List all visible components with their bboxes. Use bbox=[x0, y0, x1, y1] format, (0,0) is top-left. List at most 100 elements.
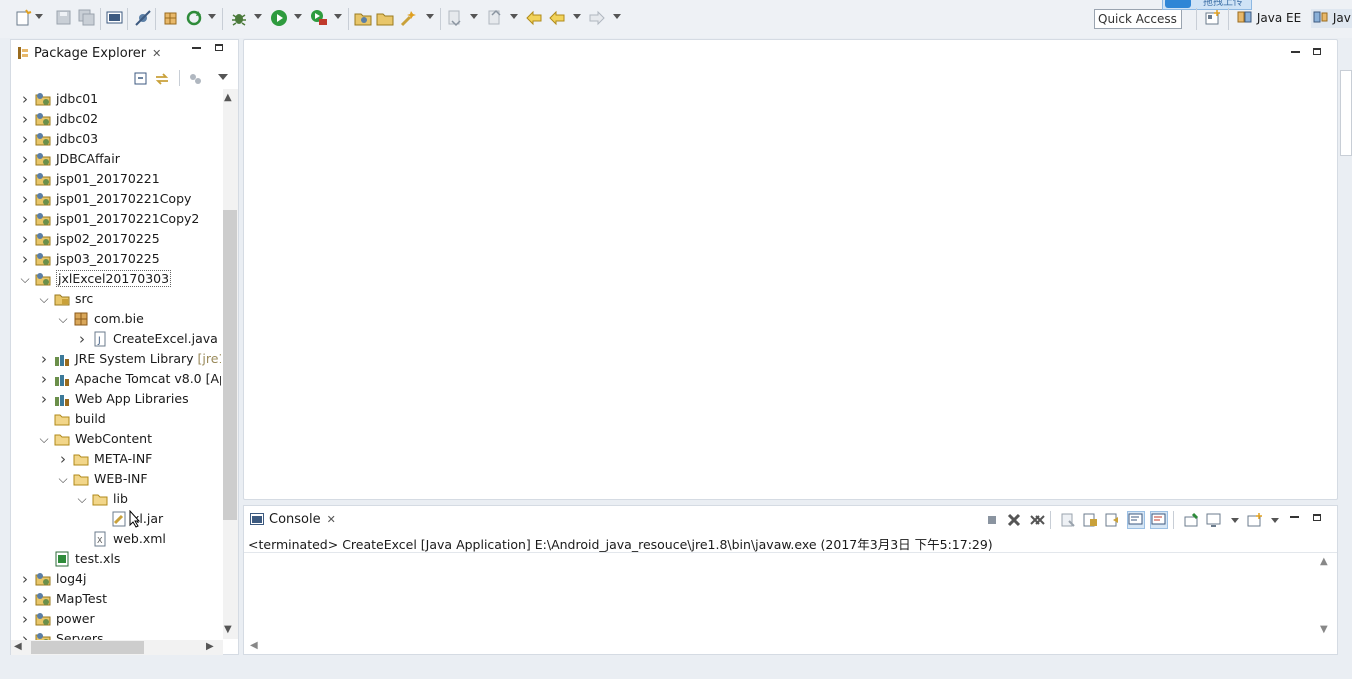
new-icon[interactable] bbox=[15, 9, 33, 27]
external-tools-icon[interactable] bbox=[310, 9, 328, 27]
external-tools-dropdown-icon[interactable] bbox=[334, 14, 342, 19]
terminate-icon[interactable] bbox=[984, 512, 1000, 528]
tree-item[interactable]: › jdbc03 bbox=[11, 129, 221, 149]
run-dropdown-icon[interactable] bbox=[294, 14, 302, 19]
console-scroll-down-icon[interactable]: ▼ bbox=[1320, 624, 1328, 635]
link-with-editor-icon[interactable] bbox=[154, 72, 170, 89]
remove-launch-icon[interactable] bbox=[1006, 512, 1022, 528]
tree-item[interactable]: ⌵ jxlExcel20170303 bbox=[11, 269, 221, 289]
expanded-arrow-icon[interactable]: ⌵ bbox=[38, 289, 50, 309]
last-edit-location-icon[interactable] bbox=[525, 9, 543, 27]
collapsed-arrow-icon[interactable]: › bbox=[19, 149, 31, 169]
tree-item[interactable]: › JRE System Library [jre1.8 bbox=[11, 349, 221, 369]
editor-minimize-icon[interactable] bbox=[1291, 51, 1300, 53]
tree-item[interactable]: xl.jar bbox=[11, 509, 221, 529]
scroll-lock-icon[interactable] bbox=[1082, 512, 1098, 528]
collapsed-arrow-icon[interactable]: › bbox=[38, 369, 50, 389]
quick-access-input[interactable]: Quick Access bbox=[1094, 9, 1182, 29]
close-icon[interactable]: ✕ bbox=[152, 47, 161, 60]
collapsed-arrow-icon[interactable]: › bbox=[19, 169, 31, 189]
word-wrap-icon[interactable] bbox=[1104, 512, 1120, 528]
open-console-icon[interactable] bbox=[1247, 512, 1263, 528]
save-all-icon[interactable] bbox=[78, 9, 96, 27]
tree-item[interactable]: › jsp01_20170221Copy2 bbox=[11, 209, 221, 229]
collapsed-arrow-icon[interactable]: › bbox=[19, 609, 31, 629]
expanded-arrow-icon[interactable]: ⌵ bbox=[38, 429, 50, 449]
tree-item[interactable]: ⌵ WebContent bbox=[11, 429, 221, 449]
tree-item[interactable]: › Apache Tomcat v8.0 [Apa bbox=[11, 369, 221, 389]
console-tab[interactable]: Console ✕ bbox=[244, 506, 336, 532]
collapsed-arrow-icon[interactable]: › bbox=[19, 589, 31, 609]
tree-item[interactable]: ⌵ WEB-INF bbox=[11, 469, 221, 489]
open-perspective-icon[interactable] bbox=[1204, 9, 1222, 27]
new-server-icon[interactable] bbox=[162, 9, 180, 27]
collapsed-arrow-icon[interactable]: › bbox=[38, 389, 50, 409]
expanded-arrow-icon[interactable]: ⌵ bbox=[76, 489, 88, 509]
open-console-dropdown-icon[interactable] bbox=[1271, 518, 1279, 523]
editor-maximize-icon[interactable] bbox=[1313, 48, 1321, 55]
collapse-all-icon[interactable] bbox=[134, 72, 148, 89]
prev-annotation-dropdown-icon[interactable] bbox=[510, 14, 518, 19]
collapsed-arrow-icon[interactable]: › bbox=[19, 109, 31, 129]
collapsed-arrow-icon[interactable]: › bbox=[76, 329, 88, 349]
pin-console-icon[interactable] bbox=[1183, 512, 1199, 528]
expanded-arrow-icon[interactable]: ⌵ bbox=[57, 469, 69, 489]
show-on-stderr-icon[interactable] bbox=[1150, 511, 1168, 529]
collapsed-arrow-icon[interactable]: › bbox=[19, 229, 31, 249]
scroll-down-icon[interactable]: ▼ bbox=[224, 624, 232, 635]
tree-item[interactable]: › J CreateExcel.java bbox=[11, 329, 221, 349]
editor-area[interactable] bbox=[243, 39, 1338, 500]
debug-icon[interactable] bbox=[230, 9, 248, 27]
collapsed-arrow-icon[interactable]: › bbox=[19, 129, 31, 149]
remove-all-terminated-icon[interactable] bbox=[1029, 512, 1045, 528]
search-dropdown-icon[interactable] bbox=[426, 14, 434, 19]
collapsed-arrow-icon[interactable]: › bbox=[19, 249, 31, 269]
save-icon[interactable] bbox=[55, 9, 73, 27]
tree-item[interactable]: test.xls bbox=[11, 549, 221, 569]
refresh-icon[interactable] bbox=[185, 9, 203, 27]
right-trim-toolbar[interactable] bbox=[1340, 70, 1352, 156]
tree-item[interactable]: › jsp01_20170221Copy bbox=[11, 189, 221, 209]
next-annotation-dropdown-icon[interactable] bbox=[470, 14, 478, 19]
collapsed-arrow-icon[interactable]: › bbox=[19, 89, 31, 109]
prev-annotation-icon[interactable] bbox=[486, 9, 504, 27]
console-scroll-left-icon[interactable]: ◀ bbox=[250, 640, 258, 651]
console-view-icon[interactable] bbox=[106, 9, 124, 27]
collapsed-arrow-icon[interactable]: › bbox=[57, 449, 69, 469]
scroll-up-icon[interactable]: ▲ bbox=[224, 92, 232, 103]
tree-item[interactable]: › jdbc01 bbox=[11, 89, 221, 109]
perspective-java-ee[interactable]: Java EE bbox=[1237, 10, 1301, 25]
tree-item[interactable]: ⌵ lib bbox=[11, 489, 221, 509]
tree-item[interactable]: › log4j bbox=[11, 569, 221, 589]
expanded-arrow-icon[interactable]: ⌵ bbox=[19, 269, 31, 289]
new-dropdown-icon[interactable] bbox=[35, 14, 43, 19]
run-icon[interactable] bbox=[270, 9, 288, 27]
collapsed-arrow-icon[interactable]: › bbox=[19, 189, 31, 209]
scroll-right-icon[interactable]: ▶ bbox=[206, 641, 214, 652]
tree-item[interactable]: › Web App Libraries bbox=[11, 389, 221, 409]
collapsed-arrow-icon[interactable]: › bbox=[19, 569, 31, 589]
package-explorer-tab[interactable]: Package Explorer ✕ bbox=[11, 40, 161, 66]
scroll-left-icon[interactable]: ◀ bbox=[14, 641, 22, 652]
console-minimize-icon[interactable] bbox=[1290, 516, 1299, 518]
expanded-arrow-icon[interactable]: ⌵ bbox=[57, 309, 69, 329]
open-type-icon[interactable] bbox=[354, 9, 372, 27]
tree-item[interactable]: › power bbox=[11, 609, 221, 629]
console-maximize-icon[interactable] bbox=[1313, 514, 1321, 521]
tree-item[interactable]: › MapTest bbox=[11, 589, 221, 609]
focus-on-active-task-icon[interactable] bbox=[188, 72, 202, 89]
back-icon[interactable] bbox=[548, 9, 566, 27]
search-icon[interactable] bbox=[400, 9, 418, 27]
display-selected-console-icon[interactable] bbox=[1206, 512, 1222, 528]
open-task-icon[interactable] bbox=[376, 9, 394, 27]
tree-item[interactable]: build bbox=[11, 409, 221, 429]
tree-item[interactable]: › jsp01_20170221 bbox=[11, 169, 221, 189]
refresh-dropdown-icon[interactable] bbox=[208, 14, 216, 19]
display-console-dropdown-icon[interactable] bbox=[1231, 518, 1239, 523]
debug-dropdown-icon[interactable] bbox=[254, 14, 262, 19]
tree-item[interactable]: › jsp02_20170225 bbox=[11, 229, 221, 249]
close-icon[interactable]: ✕ bbox=[327, 513, 336, 526]
tree-item[interactable]: ⌵ src bbox=[11, 289, 221, 309]
collapsed-arrow-icon[interactable]: › bbox=[38, 349, 50, 369]
clear-console-icon[interactable] bbox=[1060, 512, 1076, 528]
